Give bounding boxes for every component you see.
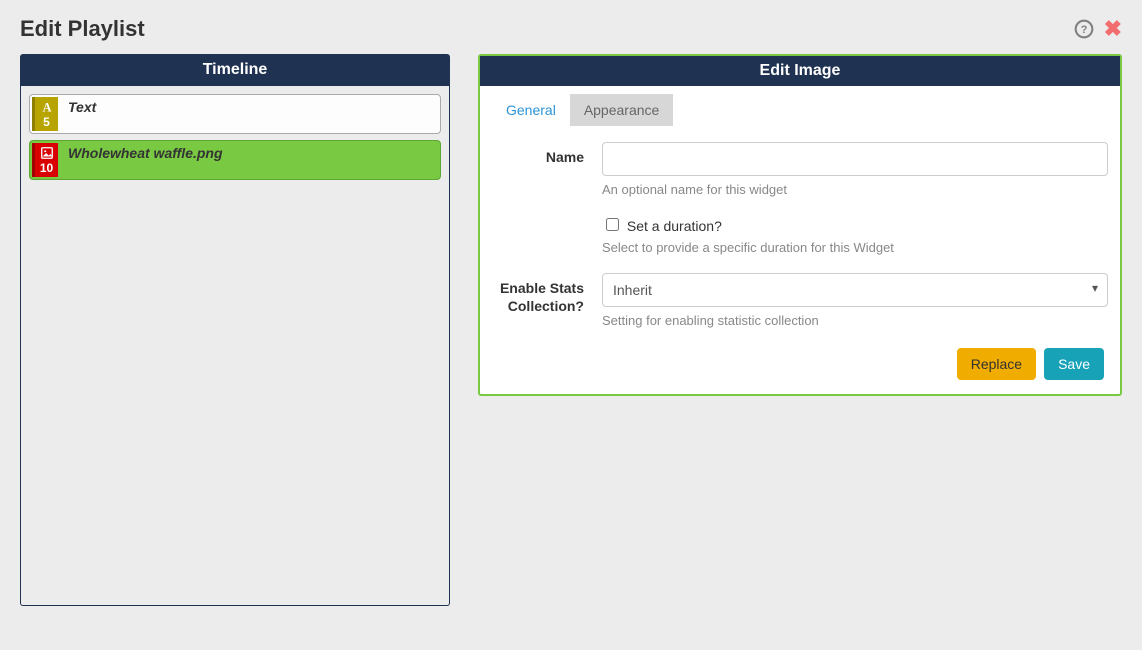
name-label: Name bbox=[492, 142, 602, 197]
timeline-item-label: Wholewheat waffle.png bbox=[60, 141, 440, 179]
image-type-icon bbox=[40, 146, 54, 160]
edit-header: Edit Image bbox=[480, 56, 1120, 86]
tab-general[interactable]: General bbox=[492, 94, 570, 126]
timeline-header: Timeline bbox=[20, 54, 450, 86]
timeline-item-text[interactable]: A 5 Text bbox=[29, 94, 441, 134]
svg-text:?: ? bbox=[1080, 24, 1087, 36]
stats-select[interactable]: Inherit bbox=[602, 273, 1108, 307]
timeline-item-label: Text bbox=[60, 95, 440, 133]
modal-controls: ? ✖ bbox=[1074, 18, 1122, 40]
button-row: Replace Save bbox=[492, 346, 1108, 380]
edit-body: General Appearance Name An optional name… bbox=[480, 86, 1120, 394]
modal-header: Edit Playlist ? ✖ bbox=[0, 0, 1142, 54]
stats-label: Enable Stats Collection? bbox=[492, 273, 602, 328]
duration-checkbox[interactable] bbox=[606, 218, 619, 231]
text-type-icon: A bbox=[40, 100, 54, 114]
save-button[interactable]: Save bbox=[1044, 348, 1104, 380]
form-row-name: Name An optional name for this widget bbox=[492, 142, 1108, 197]
tabs: General Appearance bbox=[492, 94, 1108, 126]
duration-help: Select to provide a specific duration fo… bbox=[602, 240, 1108, 255]
close-icon[interactable]: ✖ bbox=[1104, 18, 1122, 40]
modal-title: Edit Playlist bbox=[20, 16, 145, 42]
modal-body: Timeline A 5 Text 10 Wholewheat waffle.p… bbox=[0, 54, 1142, 626]
duration-checkbox-label[interactable]: Set a duration? bbox=[602, 218, 722, 234]
edit-image-panel: Edit Image General Appearance Name An op… bbox=[478, 54, 1122, 396]
image-duration: 10 bbox=[40, 161, 53, 175]
form-row-stats: Enable Stats Collection? Inherit Setting… bbox=[492, 273, 1108, 328]
timeline-item-image[interactable]: 10 Wholewheat waffle.png bbox=[29, 140, 441, 180]
text-badge: A 5 bbox=[32, 97, 58, 131]
form-row-duration: Set a duration? Select to provide a spec… bbox=[492, 215, 1108, 255]
name-help: An optional name for this widget bbox=[602, 182, 1108, 197]
name-input[interactable] bbox=[602, 142, 1108, 176]
image-badge: 10 bbox=[32, 143, 58, 177]
text-duration: 5 bbox=[43, 115, 50, 129]
help-icon[interactable]: ? bbox=[1074, 19, 1094, 39]
replace-button[interactable]: Replace bbox=[957, 348, 1036, 380]
edit-playlist-modal: Edit Playlist ? ✖ Timeline A 5 Text bbox=[0, 0, 1142, 650]
svg-text:A: A bbox=[42, 100, 51, 114]
timeline-panel: Timeline A 5 Text 10 Wholewheat waffle.p… bbox=[20, 54, 450, 606]
tab-appearance[interactable]: Appearance bbox=[570, 94, 674, 126]
stats-help: Setting for enabling statistic collectio… bbox=[602, 313, 1108, 328]
timeline-body: A 5 Text 10 Wholewheat waffle.png bbox=[20, 86, 450, 606]
